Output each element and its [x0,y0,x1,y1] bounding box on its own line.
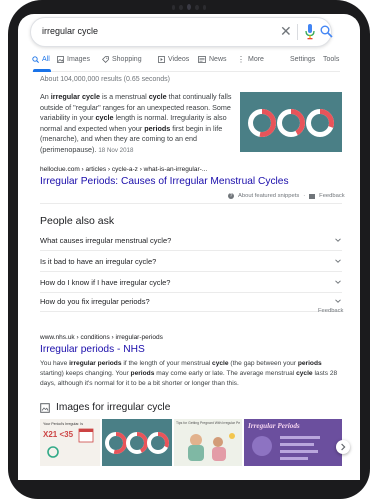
highlighted-term: cycle [148,92,167,101]
search-divider [297,24,298,40]
highlighted-term: cycle [95,113,114,123]
image-thumbnail[interactable]: Tips for Getting Pregnant With Irregular… [174,419,242,466]
feedback-icon [309,193,316,199]
result-snippet-body: You have irregular periods if the length… [40,360,337,387]
result-snippet: You have irregular periods if the length… [40,359,342,389]
tab-label: Settings [290,56,316,63]
tab-more[interactable]: ⋮ More [237,55,264,64]
paa-question-text: Is it bad to have an irregular cycle? [40,257,157,266]
tab-videos[interactable]: Videos [158,56,189,63]
tag-icon [102,56,109,63]
paa-feedback-link[interactable]: Feedback [318,308,343,314]
highlighted-term: irregular cycle [50,92,100,101]
tab-news[interactable]: News [198,56,227,63]
snippet-text: An [40,92,51,101]
result-citation[interactable]: www.nhs.uk › conditions › irregular-peri… [40,334,163,341]
section-divider [40,203,342,204]
more-icon: ⋮ [237,55,245,64]
tabs-divider [32,71,340,72]
clear-icon[interactable]: ✕ [280,23,292,39]
tab-label: News [209,56,227,63]
featured-snippet-text: An irregular cycle is a menstrual cycle … [40,92,232,157]
search-bar[interactable]: irregular cycle ✕ [30,17,333,47]
tab-label: All [42,56,50,63]
search-tabs: All Images Shopping Videos News ⋮ More S… [32,56,342,72]
search-icon[interactable] [320,25,333,38]
chevron-down-icon [335,238,341,242]
search-input[interactable]: irregular cycle [42,26,98,36]
snippet-text: is a menstrual [99,92,149,101]
thumbnail-title: Your Period's Irregular. Is [43,422,84,426]
tab-label: Tools [323,56,340,63]
thumbnail-title: Irregular Periods [248,422,300,430]
paa-question[interactable]: What causes irregular menstrual cycle? [40,230,342,251]
chevron-down-icon [335,299,341,303]
chevron-down-icon [335,259,341,263]
news-icon [198,56,206,63]
snippet-text: may come early or late. The average mens… [154,370,297,377]
highlighted-term: periods [144,123,171,133]
microphone-icon[interactable] [305,24,315,40]
image-thumbnail[interactable] [102,419,172,466]
paa-question[interactable]: How do you fix irregular periods? [40,291,342,312]
snippet-date: 18 Nov 2018 [98,146,134,154]
paa-question-text: How do I know if I have irregular cycle? [40,278,171,287]
info-graphic-icon [252,436,320,460]
tab-all[interactable]: All [32,56,50,63]
snippet-text: (the gap between your [228,360,298,367]
image-carousel: Your Period's Irregular. Is X21 <35 Tips… [40,419,342,466]
thumbnail-title: Tips for Getting Pregnant With Irregular… [176,421,240,425]
tab-images[interactable]: Images [57,56,90,63]
image-thumbnail[interactable]: Your Period's Irregular. Is X21 <35 [40,419,100,466]
highlighted-term: cycle [212,360,229,367]
separator-dot: · [303,193,306,199]
highlighted-term: cycle [296,370,313,377]
chevron-down-icon [335,280,341,284]
tab-shopping[interactable]: Shopping [102,56,142,63]
snippet-text: if the length of your menstrual [121,360,213,367]
tab-tools[interactable]: Tools [323,56,339,63]
result-citation[interactable]: helloclue.com › articles › cycle-a-z › w… [40,166,207,173]
image-icon [40,402,50,413]
thumbnail-caption: X21 <35 [43,430,74,439]
paa-question[interactable]: How do I know if I have irregular cycle? [40,272,342,293]
feedback-link[interactable]: Feedback [319,193,344,199]
tab-label: Videos [168,56,190,63]
image-icon [57,56,64,63]
result-title-link[interactable]: Irregular periods - NHS [40,344,145,355]
tab-label: More [248,56,264,63]
snippet-text: You have [40,360,70,367]
chevron-right-icon [341,443,346,451]
divider [40,311,342,312]
tab-settings[interactable]: Settings [290,56,315,63]
highlighted-term: irregular periods [69,360,122,367]
paa-question[interactable]: Is it bad to have an irregular cycle? [40,251,342,272]
people-also-ask-heading: People also ask [40,215,115,227]
active-tab-indicator [33,69,51,72]
images-heading-text: Images for irregular cycle [56,402,171,413]
cycle-diagram-icon [47,446,59,458]
highlighted-term: periods [297,360,322,367]
featured-snippet-body: An irregular cycle is a menstrual cycle … [40,92,231,154]
results-count: About 104,000,000 results (0.65 seconds) [40,76,170,83]
tab-label: Images [67,56,90,63]
illustration-icon [188,433,235,461]
highlighted-term: periods [130,370,155,377]
calendar-icon [78,428,94,443]
camera-sensors [171,3,207,11]
featured-snippet-image[interactable] [240,92,342,152]
about-featured-snippets-link[interactable]: About featured snippets [238,193,299,199]
carousel-next-button[interactable] [336,440,350,454]
featured-snippet-footer: ? About featured snippets · Feedback [228,193,345,199]
snippet-text: starting) keeps changing. Your [40,370,131,377]
tab-label: Shopping [112,56,142,63]
paa-question-text: How do you fix irregular periods? [40,297,150,306]
help-icon[interactable]: ? [228,193,234,199]
paa-question-text: What causes irregular menstrual cycle? [40,236,172,245]
featured-result-title-link[interactable]: Irregular Periods: Causes of Irregular M… [40,176,289,187]
video-icon [158,56,165,63]
image-thumbnail[interactable]: Irregular Periods [244,419,342,466]
images-section-heading: Images for irregular cycle [40,402,170,413]
search-icon [32,56,39,63]
